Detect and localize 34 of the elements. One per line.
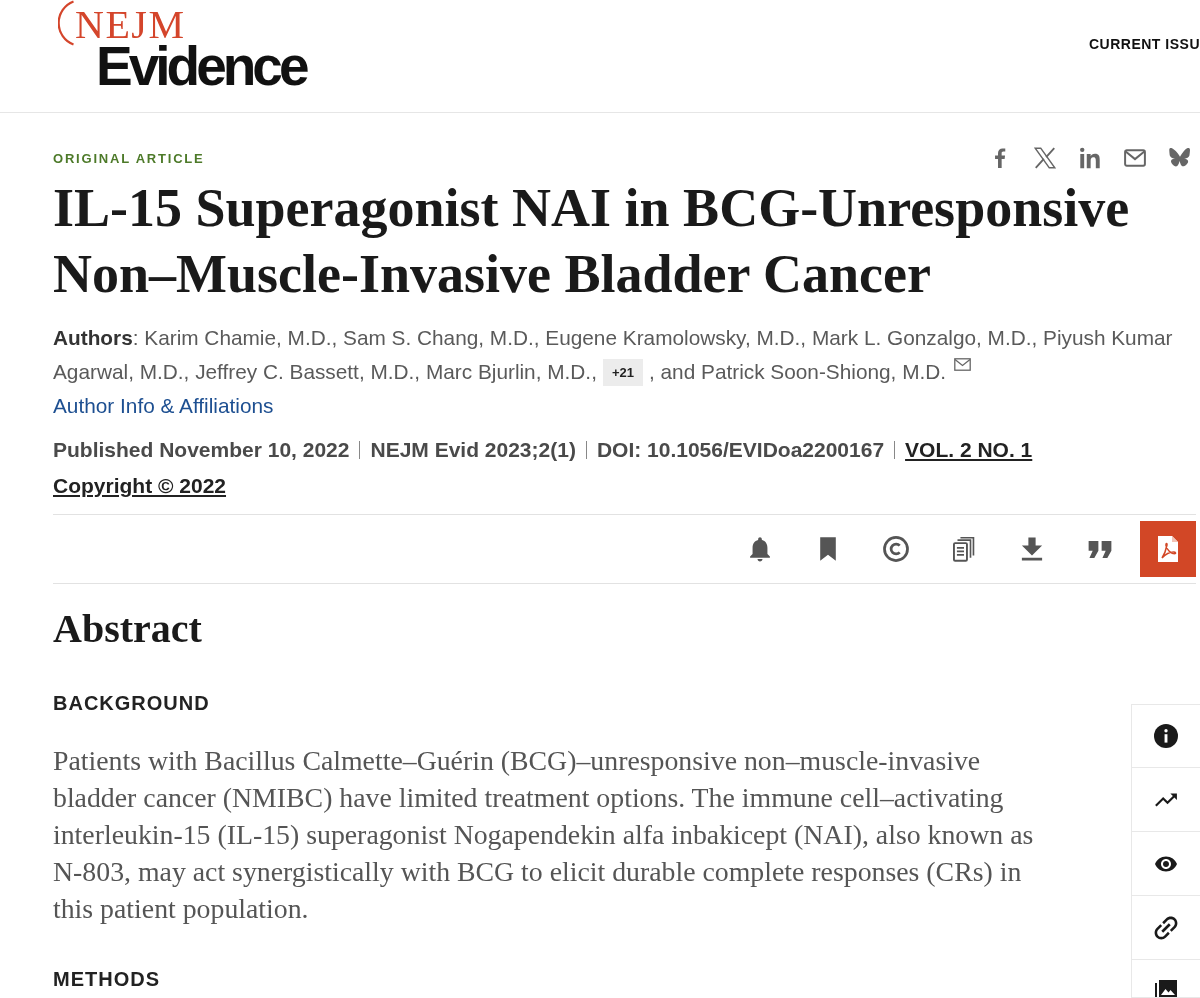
x-logo-icon[interactable] [1034,147,1056,169]
pdf-button[interactable] [1140,521,1196,577]
link-button[interactable] [1131,896,1200,960]
info-icon[interactable] [1154,724,1178,748]
link-icon[interactable] [1154,915,1178,940]
abstract-paragraph: Patients with Bacillus Calmette–Guérin (BCG)–unresponsive non–muscle-invasive bladder cancer (NMIBC) have limited treatment options. The immune cell–activating interleukin-15 (IL-15) superagonist Nogapendekin alfa inbakicept (NAI), also known as N-803, may act synergistically with BCG to elicit durable complete responses (CRs) in this patient population. [53,744,1035,926]
subsection-heading: METHODS [53,967,160,991]
subsection-heading: BACKGROUND [53,691,210,715]
citation-text: NEJM Evid 2023;2(1) [370,437,576,463]
bell-icon[interactable] [747,536,773,562]
documents-icon[interactable] [951,536,977,562]
mail-icon[interactable] [1124,147,1146,169]
issue-link[interactable]: VOL. 2 NO. 1 [905,433,1033,467]
logo-arc-icon [58,0,74,46]
article-category: ORIGINAL ARTICLE [53,150,205,166]
author-info-link[interactable]: Author Info & Affiliations [53,394,274,417]
more-authors-button[interactable]: +21 [602,359,643,386]
pdf-file-icon [1157,535,1179,563]
citation-text: DOI: 10.1056/EVIDoa2200167 [596,437,885,463]
download-icon[interactable] [1019,536,1045,562]
linkedin-icon[interactable] [1079,147,1101,169]
citation-text: Published November 10, 2022 [53,437,350,463]
eye-button[interactable] [1131,832,1200,896]
image-icon[interactable] [1155,980,1177,997]
mail-icon[interactable] [954,358,972,371]
copyright-link[interactable]: Copyright © 2022 [53,474,226,497]
article-title: IL-15 Superagonist NAI in BCG-Unresponsive Non–Muscle-Invasive Bladder Cancer [53,177,1131,306]
section-heading: Abstract [53,607,202,651]
authors-list: Authors: Karim Chamie, M.D., Sam S. Chang, M.D., Eugene Kramolowsky, M.D., Mark L. Gonzalgo, M.D., Piyush Kumar Agarwal, M.D., Jeffrey C. Bassett, M.D., Marc Bjurlin, M.D., +21 , and Patrick Soon-Shiong, M.D. Author Info & Affiliations [53,321,1196,423]
butterfly-icon[interactable] [1169,147,1191,169]
info-button[interactable] [1131,704,1200,768]
nav-link[interactable]: CURRENT ISSU [1089,36,1200,52]
image-button[interactable] [1131,960,1200,998]
copyright-icon[interactable] [883,536,909,562]
